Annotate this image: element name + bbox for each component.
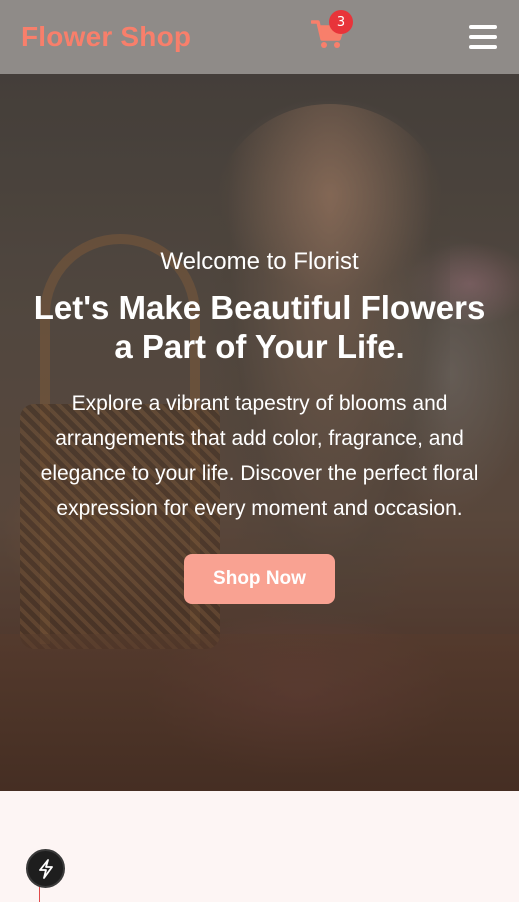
hero-welcome: Welcome to Florist: [160, 248, 359, 275]
shop-now-button[interactable]: Shop Now: [184, 554, 335, 604]
hero-headline: Let's Make Beautiful Flowers a Part of Y…: [33, 289, 486, 365]
hero-description: Explore a vibrant tapestry of blooms and…: [40, 392, 479, 520]
hero-section: Welcome to Florist Let's Make Beautiful …: [0, 74, 519, 791]
logo[interactable]: Flower Shop: [21, 21, 191, 53]
lightning-bolt-icon[interactable]: [26, 849, 65, 888]
table-decoration: [0, 634, 519, 791]
hamburger-menu-icon[interactable]: [469, 25, 497, 49]
cart-count-badge: 3: [329, 10, 353, 34]
site-header: Flower Shop: [0, 0, 519, 74]
divider-line: [39, 886, 40, 902]
